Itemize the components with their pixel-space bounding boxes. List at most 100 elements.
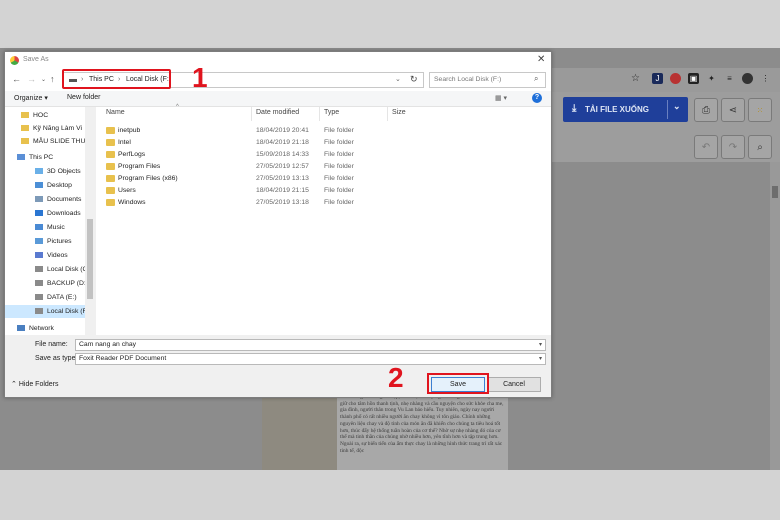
file-type: File folder <box>324 199 354 206</box>
sidebar-item-videos[interactable]: Videos <box>35 249 68 262</box>
undo-icon[interactable]: ↶ <box>694 135 718 159</box>
sidebar-item-local-disk-f[interactable]: Local Disk (F:) <box>5 305 91 318</box>
cancel-button[interactable]: Cancel <box>487 377 541 392</box>
folder-icon <box>21 112 29 119</box>
organize-button[interactable]: Organize ▾ <box>14 94 48 102</box>
pdf-text: đến những lo lường tốt đẹp, nhân đạo. Về… <box>340 394 504 454</box>
sidebar-scrollbar[interactable] <box>85 107 95 335</box>
sidebar-item-label: 3D Objects <box>47 168 81 175</box>
chevron-down-icon[interactable]: ▾ <box>539 340 542 350</box>
recent-dropdown-icon[interactable]: ⌄ <box>41 76 46 83</box>
column-header-name[interactable]: Name <box>106 109 125 116</box>
print-icon[interactable]: ⎙ <box>694 98 718 122</box>
organize-label: Organize <box>14 95 43 102</box>
file-type: File folder <box>324 151 354 158</box>
column-header-size[interactable]: Size <box>392 109 406 116</box>
sidebar-item-documents[interactable]: Documents <box>35 193 81 206</box>
sidebar-item-hoc[interactable]: HOC <box>21 109 48 122</box>
menu-icon[interactable]: ⋮ <box>760 73 771 84</box>
pdf-image <box>262 398 337 470</box>
hide-folders-label: Hide Folders <box>18 381 59 388</box>
extension-icon[interactable]: ▣ <box>688 73 699 84</box>
scrollbar-thumb[interactable] <box>87 219 93 299</box>
sidebar-item-data-e[interactable]: DATA (E:) <box>35 291 77 304</box>
file-name: inetpub <box>118 127 141 134</box>
search-icon[interactable]: ⌕ <box>748 135 772 159</box>
file-row[interactable]: Program Files (x86) 27/05/2019 13:13 File … <box>106 173 406 185</box>
search-placeholder: Search Local Disk (F:) <box>434 76 502 83</box>
file-list: Name ^ Date modified Type Size inetpub 18… <box>96 104 551 335</box>
download-icon: ⤓ <box>572 103 577 114</box>
sidebar-item-music[interactable]: Music <box>35 221 65 234</box>
new-folder-button[interactable]: New folder <box>67 94 100 101</box>
sidebar-item-desktop[interactable]: Desktop <box>35 179 72 192</box>
annotation-step-1: 1 <box>192 62 208 93</box>
refresh-icon[interactable]: ↻ <box>410 74 418 85</box>
hide-folders-button[interactable]: ⌃ Hide Folders <box>11 380 59 388</box>
help-icon[interactable]: ? <box>532 93 542 103</box>
sidebar-item-label: Desktop <box>47 182 72 189</box>
sidebar-item-backup-d[interactable]: BACKUP (D:) <box>35 277 88 290</box>
column-header-type[interactable]: Type <box>324 109 339 116</box>
chevron-down-icon[interactable]: ⌄ <box>395 75 401 83</box>
apps-grid-icon[interactable]: ⁙ <box>748 98 772 122</box>
folder-icon <box>21 138 29 145</box>
share-icon[interactable]: ⋖ <box>721 98 745 122</box>
extension-icon[interactable]: J <box>652 73 663 84</box>
save-type-select[interactable]: Foxit Reader PDF Document ▾ <box>75 353 546 365</box>
search-input[interactable]: Search Local Disk (F:) ⌕ <box>429 72 546 88</box>
music-icon <box>35 224 43 231</box>
file-name: Windows <box>118 199 146 206</box>
extension-icon[interactable] <box>670 73 681 84</box>
view-options-icon[interactable]: ▦ ▾ <box>495 94 507 102</box>
download-button[interactable]: ⤓ TẢI FILE XUỐNG ⌄ <box>563 97 688 122</box>
sidebar-item-network[interactable]: Network <box>17 322 54 335</box>
redo-icon[interactable]: ↷ <box>721 135 745 159</box>
drive-icon <box>35 280 43 287</box>
file-name-input[interactable]: Cam nang an chay ▾ <box>75 339 546 351</box>
file-date: 15/09/2018 14:33 <box>256 151 309 158</box>
sidebar-item-downloads[interactable]: Downloads <box>35 207 81 220</box>
file-row[interactable]: inetpub 18/04/2019 20:41 File folder <box>106 125 406 137</box>
file-date: 27/05/2019 12:57 <box>256 163 309 170</box>
chevron-down-icon[interactable]: ⌄ <box>673 101 681 112</box>
sidebar-item-k-n-ng-l-m-vi[interactable]: Kỹ Năng Làm Vi <box>21 122 82 135</box>
forward-arrow-icon[interactable]: → <box>27 74 36 84</box>
annotation-box-save <box>427 373 489 394</box>
file-row[interactable]: Users 18/04/2019 21:15 File folder <box>106 185 406 197</box>
documents-icon <box>35 196 43 203</box>
folder-icon <box>106 127 115 134</box>
scrollbar-thumb[interactable] <box>772 186 778 198</box>
command-bar: Organize ▾ New folder ▦ ▾ ? <box>5 91 551 107</box>
up-arrow-icon[interactable]: ↑ <box>50 74 55 84</box>
folder-icon <box>106 175 115 182</box>
sidebar-item-local-disk-c[interactable]: Local Disk (C:) <box>35 263 92 276</box>
videos-icon <box>35 252 43 259</box>
sidebar-item-pictures[interactable]: Pictures <box>35 235 72 248</box>
chevron-down-icon[interactable]: ▾ <box>539 354 542 364</box>
file-row[interactable]: Windows 27/05/2019 13:18 File folder <box>106 197 406 209</box>
close-icon[interactable]: ✕ <box>537 54 545 65</box>
file-row[interactable]: Program Files 27/05/2019 12:57 File folder <box>106 161 406 173</box>
sidebar-item-m-u-slide-thu[interactable]: MẪU SLIDE THU <box>21 135 85 148</box>
file-row[interactable]: PerfLogs 15/09/2018 14:33 File folder <box>106 149 406 161</box>
column-header-date[interactable]: Date modified <box>256 109 299 116</box>
search-icon: ⌕ <box>534 74 539 83</box>
divider <box>387 107 388 121</box>
sidebar-item-3d-objects[interactable]: 3D Objects <box>35 165 81 178</box>
pictures-icon <box>35 238 43 245</box>
avatar[interactable] <box>742 73 753 84</box>
top-band <box>0 0 780 48</box>
bookmark-star-icon[interactable]: ☆ <box>630 73 641 84</box>
page-scrollbar[interactable] <box>770 162 780 470</box>
sidebar-item-this-pc[interactable]: This PC <box>17 151 53 164</box>
music-extension-icon[interactable]: ≡ <box>724 73 735 84</box>
chrome-icon <box>10 56 19 65</box>
puzzle-icon[interactable]: ✦ <box>706 73 717 84</box>
file-type: File folder <box>324 163 354 170</box>
folder-icon <box>106 187 115 194</box>
network-icon <box>17 325 25 332</box>
bottom-band <box>0 470 780 520</box>
back-arrow-icon[interactable]: ← <box>12 74 21 84</box>
file-row[interactable]: Intel 18/04/2019 21:18 File folder <box>106 137 406 149</box>
